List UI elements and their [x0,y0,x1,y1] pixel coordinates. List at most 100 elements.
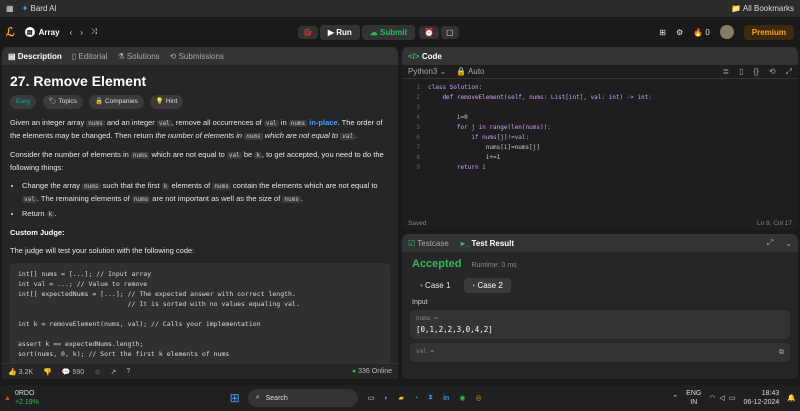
fullscreen-icon[interactable]: ⤢ [786,67,792,77]
line-number: 3 [416,104,420,111]
help-icon[interactable]: ? [126,368,130,375]
runtime: Runtime: 0 ms [471,262,517,269]
timer-icon[interactable]: ⏰ [419,25,440,39]
next-problem-icon[interactable]: › [80,28,83,37]
linkedin-icon[interactable]: in [443,395,449,402]
case-1-tab[interactable]: • Case 1 [412,278,458,293]
bookmarks-bar: ▦ ✦ Bard AI 📁 All Bookmarks [0,0,800,17]
difficulty-badge: Easy [10,95,37,109]
tab-testcase[interactable]: ☑ Testcase [408,239,449,248]
line-number: 8 [416,154,420,161]
code-line[interactable]: i=0 [428,113,468,123]
tab-description[interactable]: ▤ Description [8,52,62,61]
line-number: 4 [416,114,420,121]
line-number: 6 [416,134,420,141]
leetcode-logo[interactable]: ℒ [6,25,15,39]
companies-chip[interactable]: 🔒 Companies [89,95,144,109]
search-box[interactable]: ⌕ Search [247,389,358,407]
debug-icon[interactable]: 🐞 [297,25,318,39]
dislike-icon[interactable]: 👎 [43,368,52,376]
top-nav: ℒ ▤ Array ‹ › ⤨ 🐞 ▶ Run ☁ Submit ⏰ ▢ ⊞ ⚙… [0,17,800,47]
line-number: 5 [416,124,420,131]
chrome-icon[interactable]: ◎ [475,394,481,402]
task-view-icon[interactable]: ▭ [368,394,375,402]
problem-list-button[interactable]: ▤ Array [24,27,60,37]
tab-submissions[interactable]: ⟲ Submissions [170,52,224,61]
avatar[interactable] [719,25,734,39]
copilot-icon[interactable]: ◐ [384,395,388,402]
online-count: ● 336 Online [351,368,392,375]
val-input: val = ⧉ [410,343,790,362]
stock-icon: ▲ [4,394,11,402]
topics-chip[interactable]: 🏷 Topics [42,95,83,109]
auto-mode[interactable]: 🔒 Auto [456,67,484,76]
start-icon[interactable]: ⊞ [230,391,240,405]
tab-test-result[interactable]: ▸_ Test Result [461,239,514,248]
share-icon[interactable]: ↗ [110,368,116,376]
description-footer: 👍 3.2K 👎 💬 590 ☆ ↗ ? ● 336 Online [2,363,398,379]
system-tray-icon[interactable]: ⌃ [672,394,678,402]
input-label: Input [412,299,428,306]
bookmark-icon[interactable]: ▯ [739,67,743,76]
apps-icon[interactable]: ▦ [6,4,14,13]
all-bookmarks[interactable]: 📁 All Bookmarks [731,4,794,13]
line-number: 2 [416,94,420,101]
taskbar: ▲ 0RDO +2.19% ⊞ ⌕ Search ▭ ◐ ▰ ◔ ⧗ in ◉ ◎ … [0,385,800,411]
volume-icon[interactable]: ◁ [719,394,724,402]
file-explorer-icon[interactable]: ▰ [399,394,404,402]
settings-icon[interactable]: ⚙ [676,28,683,37]
shuffle-icon[interactable]: ⤨ [91,27,97,37]
description-tabs: ▤ Description ▯ Editorial ⚗ Solutions ⟲ … [2,47,398,65]
prev-problem-icon[interactable]: ‹ [70,28,73,37]
premium-button[interactable]: Premium [743,24,794,40]
notes-icon[interactable]: ▢ [441,25,459,39]
braces-icon[interactable]: {} [754,67,759,76]
in-place-link[interactable]: in-place [307,118,337,127]
comments-button[interactable]: 💬 590 [62,368,84,376]
problem-title: 27. Remove Element [10,73,147,89]
run-button[interactable]: ▶ Run [319,24,360,40]
layout-icon[interactable]: ⊞ [659,28,666,37]
like-button[interactable]: 👍 3.2K [8,368,33,376]
submit-button[interactable]: ☁ Submit [361,24,416,40]
reset-icon[interactable]: ⟲ [769,67,776,76]
code-line[interactable]: for j in range(len(nums)): [428,123,551,133]
battery-icon[interactable]: ▭ [729,394,736,402]
search-icon: ⌕ [255,394,260,401]
code-status: Saved Ln 9, Col 17 [408,219,792,227]
code-editor[interactable]: 1 class Solution: 2 def removeElement(self… [402,79,798,214]
list-icon: ▤ [24,27,35,37]
tab-solutions[interactable]: ⚗ Solutions [117,52,159,61]
list-item: Return k. [22,208,390,221]
notification-icon[interactable]: 🔔 [787,394,796,402]
streak-badge[interactable]: 🔥 0 [693,28,710,37]
code-line[interactable]: return i [428,163,486,173]
copy-icon[interactable]: ⧉ [779,348,784,357]
problem-consider: Consider the number of elements in nums … [10,150,384,172]
code-line[interactable]: if nums[j]!=val: [428,133,529,143]
clock[interactable]: 18:43 06-12-2024 [743,389,779,407]
code-line[interactable]: class Solution: [428,83,482,93]
wifi-icon[interactable]: ◠ [709,394,715,402]
format-icon[interactable]: ≣ [722,67,729,76]
hint-chip[interactable]: 💡 Hint [149,95,184,109]
edge-icon[interactable]: ◔ [414,395,418,402]
stock-widget[interactable]: ▲ 0RDO +2.19% [4,389,39,407]
vscode-icon[interactable]: ⧗ [428,394,433,402]
tab-editorial[interactable]: ▯ Editorial [72,52,108,61]
collapse-icon[interactable]: ⌄ [785,239,792,248]
code-line[interactable]: def removeElement(self, nums: List[int],… [428,93,652,103]
description-panel: ▤ Description ▯ Editorial ⚗ Solutions ⟲ … [2,47,398,379]
language-select[interactable]: Python3 ⌄ [408,67,446,76]
custom-judge-heading: Custom Judge: [10,228,65,237]
line-number: 7 [416,144,420,151]
whatsapp-icon[interactable]: ◉ [459,394,465,402]
expand-icon[interactable]: ⤢ [767,238,773,248]
case-2-tab[interactable]: • Case 2 [464,278,511,293]
code-line[interactable]: nums[i]=nums[j] [428,143,540,153]
bookmark-bard[interactable]: ✦ Bard AI [22,4,57,13]
judge-text: The judge will test your solution with t… [10,246,195,255]
star-icon[interactable]: ☆ [94,368,100,376]
language-indicator[interactable]: ENG IN [686,389,701,407]
code-line[interactable]: i+=1 [428,153,500,163]
